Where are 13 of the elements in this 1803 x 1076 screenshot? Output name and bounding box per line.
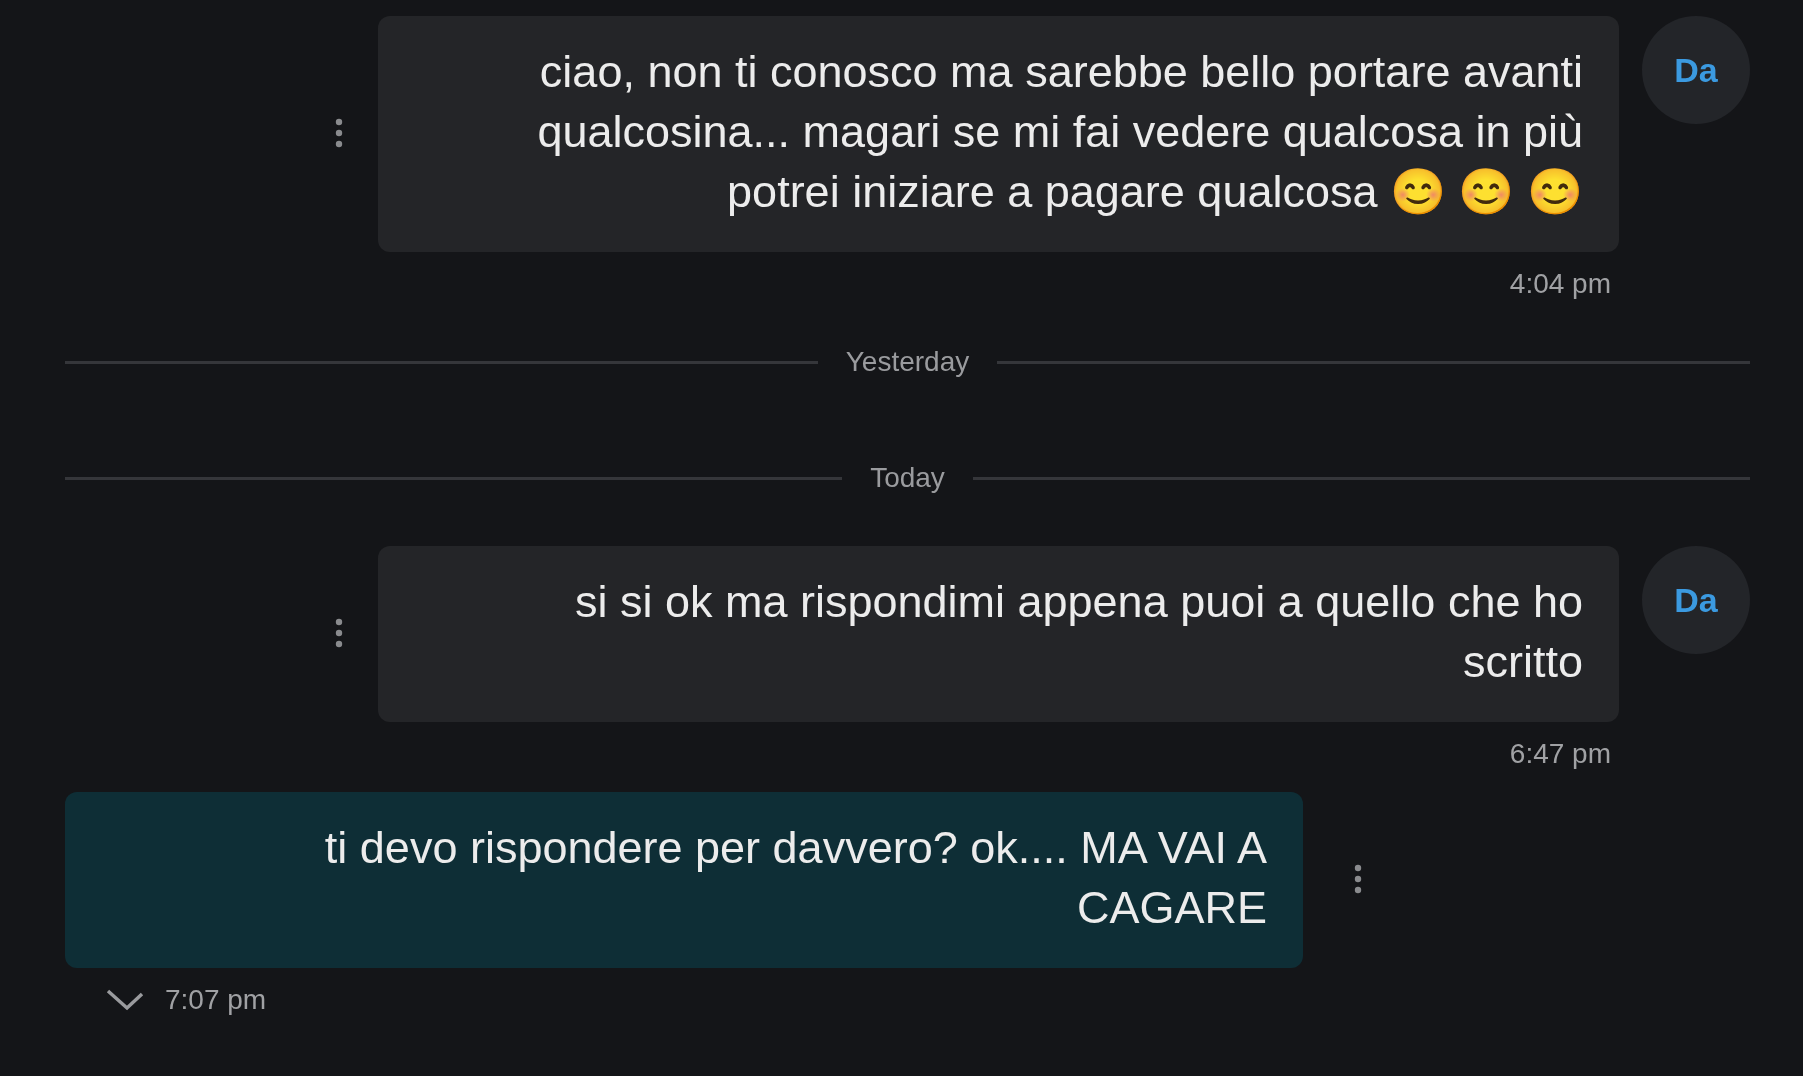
- message-bubble: ciao, non ti conosco ma sarebbe bello portare avanti qualcosina... magari se mi fai vedere qualcosa in più potrei iniziare a pagare qualcosa 😊 😊 😊: [378, 16, 1619, 252]
- avatar[interactable]: Da: [1642, 16, 1750, 124]
- date-divider-label: Today: [870, 462, 945, 494]
- avatar[interactable]: Da: [1642, 546, 1750, 654]
- message-bubble: si si ok ma rispondimi appena puoi a quello che ho scritto: [378, 546, 1619, 722]
- message-time: 6:47 pm: [1509, 738, 1611, 770]
- message-bubble: ti devo rispondere per davvero? ok.... MA VAI A CAGARE: [65, 792, 1303, 968]
- more-options-icon[interactable]: [334, 118, 344, 148]
- more-options-icon[interactable]: [334, 618, 344, 648]
- message-time: 7:07 pm: [165, 984, 267, 1016]
- more-options-icon[interactable]: [1353, 864, 1363, 894]
- message-time: 4:04 pm: [1509, 268, 1611, 300]
- date-divider-label: Yesterday: [845, 346, 970, 378]
